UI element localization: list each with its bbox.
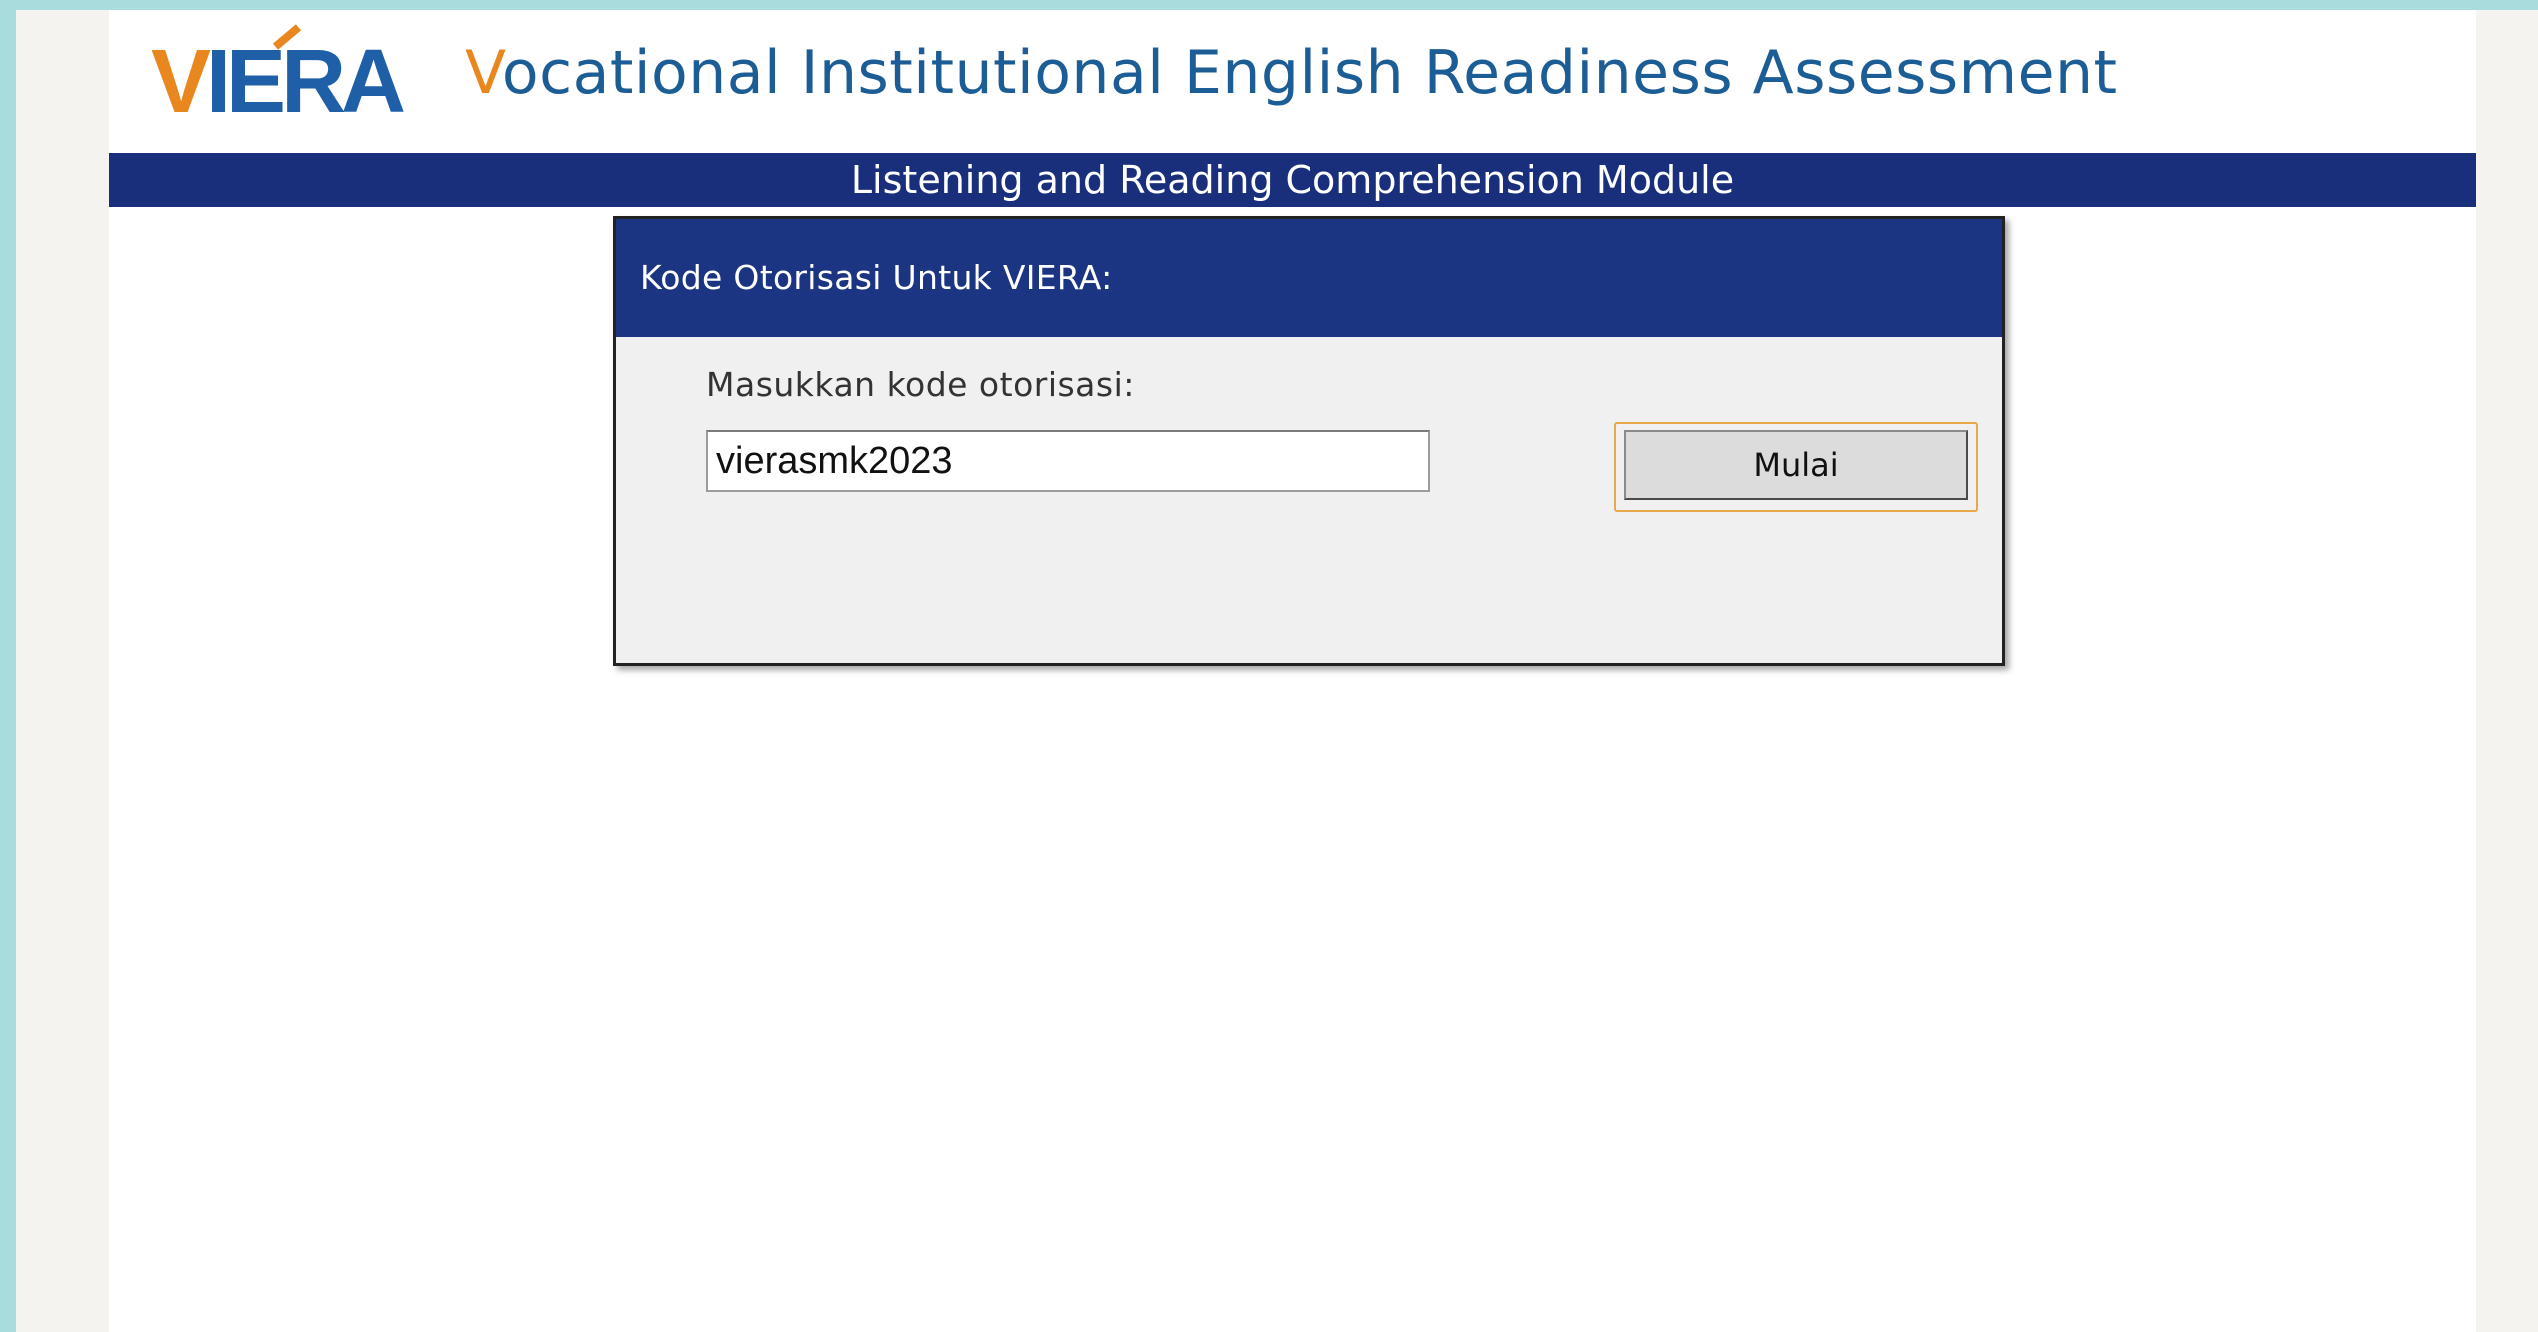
authorization-code-label: Masukkan kode otorisasi: [706,365,1135,404]
module-banner: Listening and Reading Comprehension Modu… [109,153,2476,207]
authorization-panel: Kode Otorisasi Untuk VIERA: Masukkan kod… [613,216,2005,666]
title-first-letter: V [465,38,502,108]
page-header: V IERA Vocational Institutional English R… [109,10,2476,142]
page-container: V IERA Vocational Institutional English R… [109,10,2476,1332]
viera-logo: V IERA [151,24,406,132]
authorization-code-input[interactable] [706,430,1430,492]
logo-letters: IERA [206,24,406,132]
browser-frame: V IERA Vocational Institutional English R… [16,10,2538,1332]
start-button[interactable]: Mulai [1624,430,1968,500]
title-rest: ocational Institutional English Readines… [501,38,2118,108]
logo-letter-v: V [151,32,211,132]
start-button-focus-ring: Mulai [1614,422,1978,512]
page-title: Vocational Institutional English Readine… [465,38,2118,108]
authorization-panel-title: Kode Otorisasi Untuk VIERA: [616,219,2002,337]
